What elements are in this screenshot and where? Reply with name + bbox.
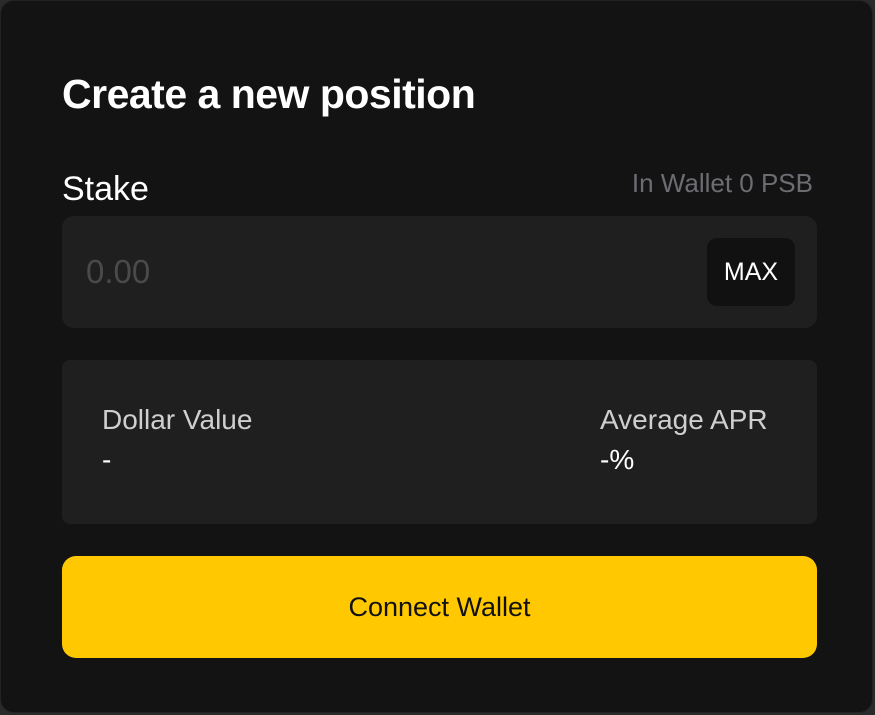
average-apr-value: -%	[600, 444, 635, 475]
stake-label: Stake	[62, 170, 149, 208]
dollar-value-label: Dollar Value	[102, 404, 253, 435]
max-button[interactable]: MAX	[707, 238, 795, 306]
average-apr-section: Average APR -%	[600, 402, 768, 478]
position-info-panel: Dollar Value - Average APR -%	[62, 360, 817, 524]
stake-input-container: MAX	[62, 216, 817, 328]
connect-wallet-button[interactable]: Connect Wallet	[62, 556, 817, 658]
stake-amount-input[interactable]	[86, 244, 646, 300]
page-title: Create a new position	[62, 71, 476, 117]
dollar-value: -	[102, 444, 112, 475]
dollar-value-section: Dollar Value -	[102, 402, 252, 478]
wallet-balance: In Wallet 0 PSB	[631, 168, 813, 198]
create-position-card: Create a new position Stake In Wallet 0 …	[0, 0, 873, 713]
average-apr-label: Average APR	[600, 404, 768, 435]
